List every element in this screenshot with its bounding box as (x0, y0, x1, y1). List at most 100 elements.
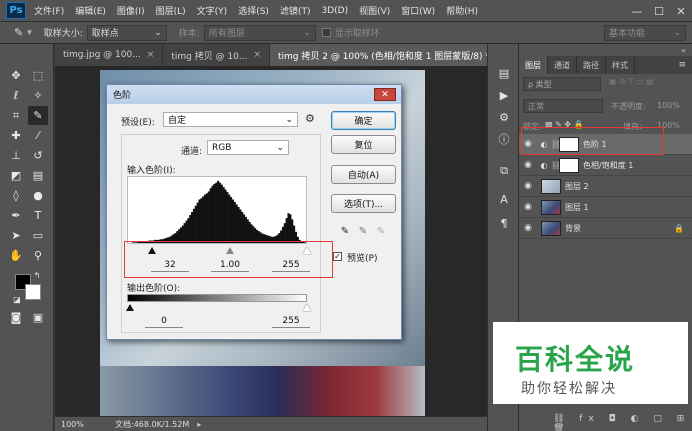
properties-panel-icon[interactable]: ⚙ (494, 108, 514, 126)
white-point-eyedropper-icon[interactable]: ✎ (375, 225, 387, 237)
tab-paths[interactable]: 路径 (577, 56, 606, 74)
blur-tool-icon[interactable]: ◊ (6, 186, 26, 205)
gradient-tool-icon[interactable]: ▤ (28, 166, 48, 185)
history-brush-tool-icon[interactable]: ↺ (28, 146, 48, 165)
history-panel-icon[interactable]: ▤ (494, 64, 514, 82)
preset-select[interactable]: 自定 ⌄ (163, 112, 298, 127)
output-black-slider[interactable] (126, 304, 134, 311)
quick-mask-icon[interactable]: ◙ (6, 308, 26, 327)
healing-brush-tool-icon[interactable]: ✚ (6, 126, 26, 145)
blend-mode-select[interactable]: 正常 (523, 99, 603, 113)
gray-point-eyedropper-icon[interactable]: ✎ (357, 225, 369, 237)
type-tool-icon[interactable]: T (28, 206, 48, 225)
zoom-tool-icon[interactable]: ⚲ (28, 246, 48, 265)
actions-panel-icon[interactable]: ▶ (494, 86, 514, 104)
menu-3d[interactable]: 3D(D) (321, 6, 348, 16)
layer-row-layer-1[interactable]: ◉ 图层 1 (519, 197, 692, 218)
tab-timg-copy[interactable]: timg 拷贝 @ 10... × (163, 44, 271, 66)
histogram-bar (246, 219, 249, 243)
layer-kind-filter[interactable]: ρ 类型 (523, 77, 601, 91)
paragraph-panel-icon[interactable]: ¶ (494, 214, 514, 232)
show-ring-checkbox[interactable] (321, 28, 331, 37)
zoom-level[interactable]: 100% (61, 420, 101, 429)
output-white-value[interactable]: 255 (272, 316, 310, 326)
close-tab-icon[interactable]: × (147, 50, 155, 60)
pen-tool-icon[interactable]: ✒ (6, 206, 26, 225)
screen-mode-icon[interactable]: ▣ (28, 308, 48, 327)
shape-tool-icon[interactable]: ▭ (28, 226, 48, 245)
default-colors-icon[interactable]: ◪ (12, 294, 22, 304)
output-white-slider[interactable] (303, 304, 311, 311)
menu-window[interactable]: 窗口(W) (401, 4, 435, 17)
dialog-title-bar[interactable]: 色阶 ✕ (107, 85, 401, 104)
brush-tool-icon[interactable]: ⁄ (28, 126, 48, 145)
dialog-title: 色阶 (113, 91, 132, 101)
menu-help[interactable]: 帮助(H) (446, 4, 478, 17)
path-select-tool-icon[interactable]: ➤ (6, 226, 26, 245)
layers-footer-icons[interactable]: ⛓ fx ◘ ◐ ▢ ⊞ 🗑 (553, 414, 692, 431)
visibility-eye-icon[interactable]: ◉ (519, 202, 537, 212)
menu-edit[interactable]: 编辑(E) (75, 4, 106, 17)
close-tab-icon[interactable]: × (253, 50, 261, 60)
layer-row-layer-2[interactable]: ◉ 图层 2 (519, 176, 692, 197)
info-panel-icon[interactable]: ⓘ (494, 130, 514, 148)
histogram-bar (200, 198, 203, 243)
preview-checkbox[interactable]: ✓ (333, 252, 342, 261)
menu-view[interactable]: 视图(V) (359, 4, 390, 17)
eyedropper-tool-icon[interactable]: ✎ (14, 26, 23, 39)
clone-stamp-tool-icon[interactable]: ⊥ (6, 146, 26, 165)
layer-row-background[interactable]: ◉ 背景 🔒 (519, 218, 692, 239)
layer-row-hue-saturation[interactable]: ◉ ◐ ⛓ 色相/饱和度 1 (519, 155, 692, 176)
dialog-close-button[interactable]: ✕ (374, 88, 396, 101)
output-black-value[interactable]: 0 (145, 316, 183, 326)
marquee-tool-icon[interactable]: ⬚ (28, 66, 48, 85)
menu-type[interactable]: 文字(Y) (197, 4, 228, 17)
restore-button[interactable]: ☐ (648, 0, 670, 22)
tab-timg[interactable]: timg.jpg @ 100... × (55, 44, 164, 66)
black-point-eyedropper-icon[interactable]: ✎ (339, 225, 351, 237)
sample-size-select[interactable]: 取样点 ⌄ (86, 24, 167, 41)
menu-layer[interactable]: 图层(L) (156, 4, 186, 17)
tab-channels[interactable]: 通道 (548, 56, 577, 74)
layer-mask-thumbnail[interactable] (559, 157, 579, 173)
lasso-tool-icon[interactable]: ℓ (6, 86, 26, 105)
quick-select-tool-icon[interactable]: ✧ (28, 86, 48, 105)
swap-colors-icon[interactable]: ↰ (32, 270, 42, 280)
menu-filter[interactable]: 滤镜(T) (280, 4, 311, 17)
reset-button[interactable]: 复位 (331, 135, 396, 154)
preset-options-gear-icon[interactable]: ⚙ (305, 112, 315, 125)
workspace-select[interactable]: 基本功能 ⌄ (604, 24, 686, 41)
tab-layers[interactable]: 图层 (519, 56, 548, 74)
collapse-panel-icon[interactable]: « (681, 46, 686, 55)
opacity-value[interactable]: 100% (657, 101, 680, 110)
background-color-swatch[interactable] (25, 284, 41, 300)
dodge-tool-icon[interactable]: ● (28, 186, 48, 205)
clone-source-panel-icon[interactable]: ⧉ (494, 162, 514, 180)
visibility-eye-icon[interactable]: ◉ (519, 181, 537, 191)
eyedropper-tool-icon[interactable]: ✎ (28, 106, 48, 125)
tool-preset-dropdown-icon[interactable]: ▾ (27, 28, 32, 38)
sample-select[interactable]: 所有图层 ⌄ (203, 24, 316, 41)
minimize-button[interactable]: — (626, 0, 648, 22)
menu-file[interactable]: 文件(F) (34, 4, 64, 17)
channel-select[interactable]: RGB ⌄ (207, 140, 289, 155)
crop-tool-icon[interactable]: ⌗ (6, 106, 26, 125)
options-button[interactable]: 选项(T)... (331, 194, 396, 213)
menu-image[interactable]: 图像(I) (117, 4, 145, 17)
eraser-tool-icon[interactable]: ◩ (6, 166, 26, 185)
character-panel-icon[interactable]: A (494, 190, 514, 208)
menu-select[interactable]: 选择(S) (238, 4, 269, 17)
ok-button[interactable]: 确定 (331, 111, 396, 130)
close-window-button[interactable]: ✕ (670, 0, 692, 22)
visibility-eye-icon[interactable]: ◉ (519, 223, 537, 233)
visibility-eye-icon[interactable]: ◉ (519, 160, 537, 170)
tab-timg-copy-2[interactable]: timg 拷贝 2 @ 100% (色相/饱和度 1 图层蒙版/8) * × (270, 44, 513, 66)
hand-tool-icon[interactable]: ✋ (6, 246, 26, 265)
tab-styles[interactable]: 样式 (606, 56, 635, 74)
auto-button[interactable]: 自动(A) (331, 165, 396, 184)
status-arrow-icon[interactable]: ▸ (197, 420, 201, 429)
move-tool-icon[interactable]: ✥ (6, 66, 26, 85)
filter-icons[interactable]: ▣ ⊘ T ▭ ▤ (609, 77, 653, 86)
panel-menu-icon[interactable]: ≡ (678, 56, 692, 74)
link-icon[interactable]: ⛓ (551, 161, 561, 170)
